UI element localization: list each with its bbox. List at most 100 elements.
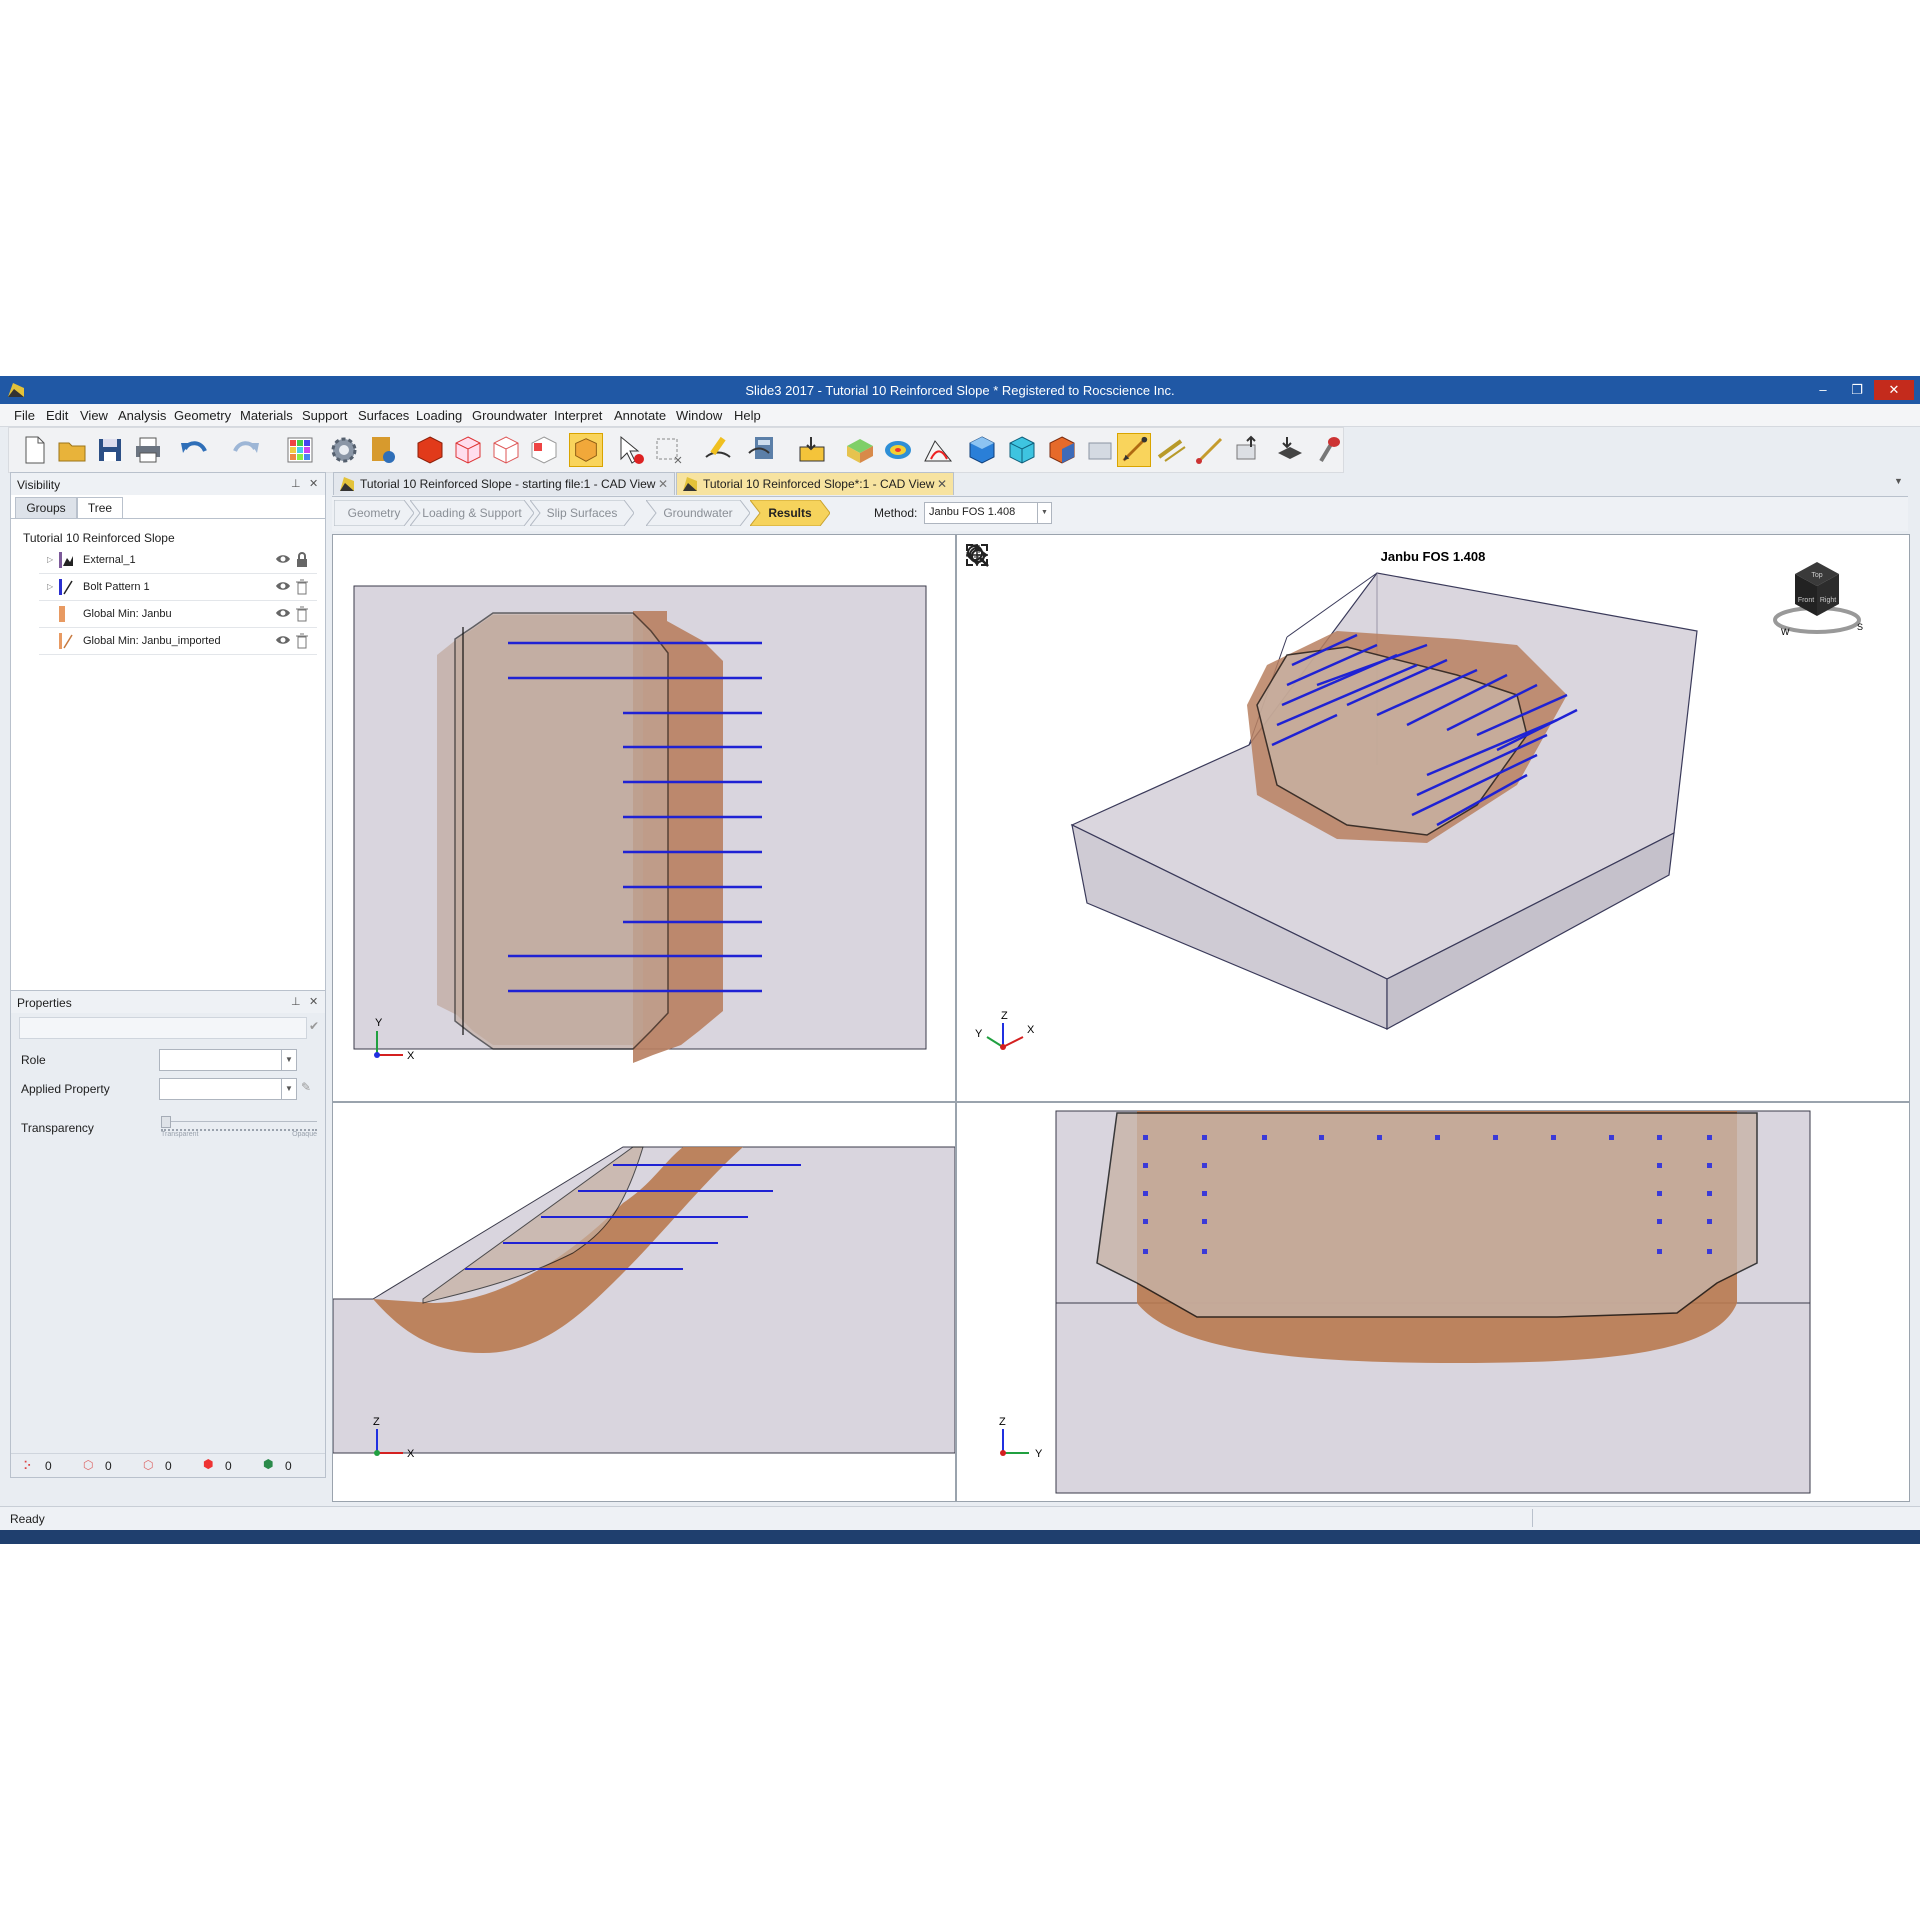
outline-cube-icon[interactable] [527, 433, 561, 467]
workflow-step-groundwater[interactable]: Groundwater [646, 500, 750, 526]
bolt-support-icon[interactable] [1117, 433, 1151, 467]
tree-root-label[interactable]: Tutorial 10 Reinforced Slope [23, 531, 175, 545]
project-info-icon[interactable] [365, 433, 399, 467]
delete-icon[interactable] [295, 633, 309, 649]
tab-list-dropdown-icon[interactable]: ▼ [1894, 476, 1903, 486]
open-folder-icon[interactable] [55, 433, 89, 467]
method-select[interactable]: Janbu FOS 1.408 ▼ [924, 502, 1052, 524]
close-tab-icon[interactable]: ✕ [658, 473, 668, 495]
3d-view-canvas[interactable]: Janbu FOS 1.408 Top Front Right W S Z Y … [957, 535, 1909, 1101]
orange-cube-icon[interactable] [1045, 433, 1079, 467]
workflow-step-slip-surfaces[interactable]: Slip Surfaces [530, 500, 634, 526]
workflow-step-geometry[interactable]: Geometry [334, 500, 414, 526]
edit-pencil-icon[interactable]: ✎ [301, 1080, 311, 1094]
pin-icon[interactable]: ⊥ [291, 477, 301, 490]
close-panel-icon[interactable]: ✕ [309, 995, 318, 1008]
slider-thumb[interactable] [161, 1116, 171, 1128]
property-name-field[interactable] [19, 1017, 307, 1039]
undo-icon[interactable] [177, 433, 211, 467]
tab-tree[interactable]: Tree [77, 497, 123, 519]
tab-groups[interactable]: Groups [15, 497, 77, 519]
surface-icon[interactable] [843, 433, 877, 467]
apply-check-icon[interactable]: ✔ [309, 1019, 319, 1033]
viewport-top-view[interactable]: Y X [332, 534, 956, 1102]
delete-icon[interactable] [295, 579, 309, 595]
delete-icon[interactable] [295, 606, 309, 622]
print-icon[interactable] [131, 433, 165, 467]
close-window-button[interactable]: ✕ [1874, 380, 1914, 400]
chevron-down-icon[interactable]: ▼ [1037, 503, 1051, 523]
select-pointer-icon[interactable] [613, 433, 647, 467]
color-grid-icon[interactable] [283, 433, 317, 467]
tree-item-external[interactable]: ▷ External_1 [39, 547, 317, 574]
viewport-3d-view[interactable]: Janbu FOS 1.408 Top Front Right W S Z Y … [956, 534, 1910, 1102]
export-icon[interactable] [1231, 433, 1265, 467]
menu-geometry[interactable]: Geometry [174, 408, 231, 423]
redo-icon[interactable] [229, 433, 263, 467]
doc-tab-starting-file[interactable]: Tutorial 10 Reinforced Slope - starting … [333, 472, 675, 495]
eye-icon[interactable] [275, 607, 291, 619]
viewport-front-view[interactable]: Z X [332, 1102, 956, 1502]
menu-help[interactable]: Help [734, 408, 761, 423]
eye-icon[interactable] [275, 553, 291, 565]
expand-arrow-icon[interactable]: ▷ [47, 555, 53, 564]
box-select-icon[interactable] [651, 433, 685, 467]
workflow-step-results[interactable]: Results [750, 500, 830, 526]
import-icon[interactable] [1273, 433, 1307, 467]
menu-view[interactable]: View [80, 408, 108, 423]
menu-groundwater[interactable]: Groundwater [472, 408, 547, 423]
eye-icon[interactable] [275, 634, 291, 646]
anchor-icon[interactable] [1193, 433, 1227, 467]
restore-button[interactable]: ❐ [1842, 380, 1872, 400]
cyan-cube-icon[interactable] [1005, 433, 1039, 467]
side-view-canvas[interactable]: Z Y [957, 1103, 1909, 1501]
menu-support[interactable]: Support [302, 408, 348, 423]
viewport-side-view[interactable]: Z Y [956, 1102, 1910, 1502]
section-icon[interactable] [921, 433, 955, 467]
tree-item-global-min-janbu-imported[interactable]: Global Min: Janbu_imported [39, 628, 317, 655]
workflow-step-loading-support[interactable]: Loading & Support [410, 500, 534, 526]
settings-gear-icon[interactable] [327, 433, 361, 467]
tree-item-global-min-janbu[interactable]: Global Min: Janbu [39, 601, 317, 628]
menu-loading[interactable]: Loading [416, 408, 462, 423]
top-view-canvas[interactable]: Y X [333, 535, 955, 1101]
menu-analysis[interactable]: Analysis [118, 408, 166, 423]
new-file-icon[interactable] [17, 433, 51, 467]
solid-red-cube-icon[interactable] [413, 433, 447, 467]
expand-arrow-icon[interactable]: ▷ [47, 582, 53, 591]
interpret-icon[interactable] [795, 433, 829, 467]
zoom-extents-icon[interactable] [965, 543, 989, 567]
menu-window[interactable]: Window [676, 408, 722, 423]
compute-icon[interactable] [745, 433, 779, 467]
menu-edit[interactable]: Edit [46, 408, 68, 423]
edit-pen-icon[interactable] [701, 433, 735, 467]
role-select[interactable]: ▼ [159, 1049, 297, 1071]
brush-icon[interactable] [1311, 433, 1345, 467]
menu-materials[interactable]: Materials [240, 408, 293, 423]
blue-cube-icon[interactable] [965, 433, 999, 467]
front-view-canvas[interactable]: Z X [333, 1103, 955, 1501]
doc-tab-active[interactable]: Tutorial 10 Reinforced Slope*:1 - CAD Vi… [676, 472, 954, 495]
show-panel-icon[interactable] [1083, 433, 1117, 467]
eye-icon[interactable] [275, 580, 291, 592]
menu-interpret[interactable]: Interpret [554, 408, 602, 423]
close-tab-icon[interactable]: ✕ [937, 473, 947, 495]
save-icon[interactable] [93, 433, 127, 467]
lock-icon[interactable] [295, 552, 309, 568]
menu-file[interactable]: File [14, 408, 35, 423]
tree-item-bolt-pattern[interactable]: ▷ Bolt Pattern 1 [39, 574, 317, 601]
wire-cube-icon[interactable] [489, 433, 523, 467]
transparency-slider[interactable]: Transparent Opaque [161, 1115, 321, 1141]
applied-property-select[interactable]: ▼ [159, 1078, 297, 1100]
close-panel-icon[interactable]: ✕ [309, 477, 318, 490]
menu-surfaces[interactable]: Surfaces [358, 408, 409, 423]
wireframe-red-cube-icon[interactable] [451, 433, 485, 467]
chevron-down-icon[interactable]: ▼ [281, 1050, 296, 1070]
pin-icon[interactable]: ⊥ [291, 995, 301, 1008]
highlight-cube-icon[interactable] [569, 433, 603, 467]
bolt-pattern-icon[interactable] [1155, 433, 1189, 467]
chevron-down-icon[interactable]: ▼ [281, 1079, 296, 1099]
minimize-button[interactable]: – [1808, 380, 1838, 400]
menu-annotate[interactable]: Annotate [614, 408, 666, 423]
contour-icon[interactable] [881, 433, 915, 467]
